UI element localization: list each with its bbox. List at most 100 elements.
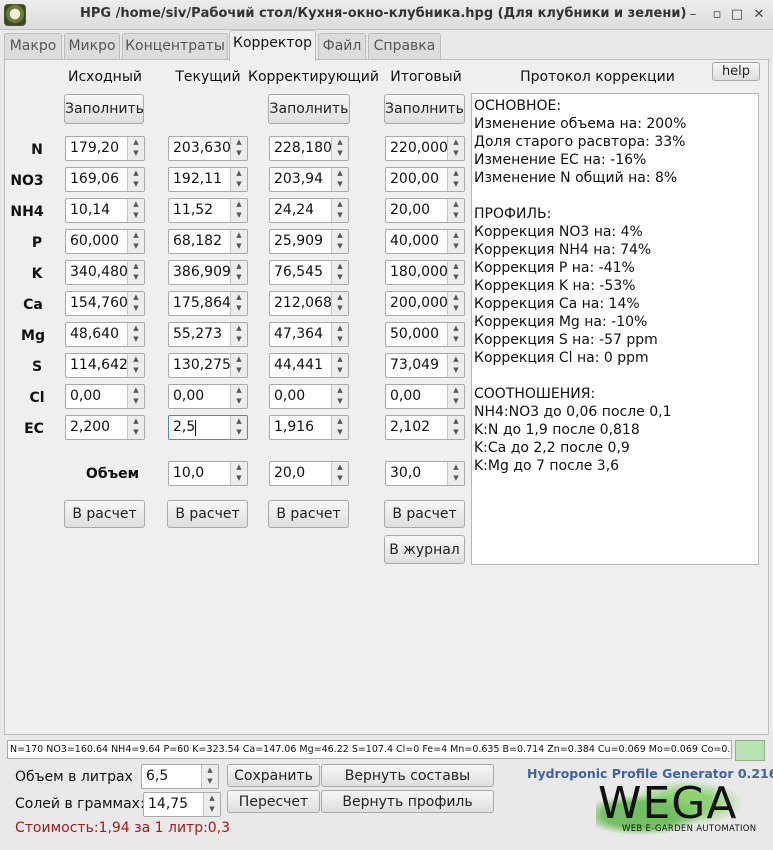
input-n-final[interactable]: 220,000 ▲ ▼	[385, 136, 465, 161]
stepper-no3-final[interactable]: ▲ ▼	[447, 168, 464, 191]
stepper-down-icon[interactable]: ▼	[202, 776, 218, 787]
help-button[interactable]: help	[712, 62, 760, 81]
tab-macro[interactable]: Макро	[4, 33, 62, 60]
stepper-up-icon[interactable]: ▲	[448, 230, 464, 241]
protocol-text-area[interactable]: ОСНОВНОЕ: Изменение объема на: 200% Доля с…	[471, 93, 759, 565]
stepper-down-icon[interactable]: ▼	[128, 334, 144, 345]
stepper-up-icon[interactable]: ▲	[448, 416, 464, 427]
stepper-up-icon[interactable]: ▲	[448, 462, 464, 473]
stepper-p-correcting[interactable]: ▲ ▼	[331, 230, 348, 253]
to-calc-correcting-button[interactable]: В расчет	[268, 500, 349, 528]
stepper-down-icon[interactable]: ▼	[332, 179, 348, 190]
input-s-correcting[interactable]: 44,441 ▲ ▼	[269, 353, 349, 378]
stepper-cl-current[interactable]: ▲ ▼	[230, 385, 247, 408]
input-cl-source[interactable]: 0,00 ▲ ▼	[65, 384, 145, 409]
save-button[interactable]: Сохранить	[227, 764, 320, 787]
stepper-up-icon[interactable]: ▲	[231, 168, 247, 179]
input-no3-source[interactable]: 169,06 ▲ ▼	[65, 167, 145, 192]
stepper-up-icon[interactable]: ▲	[332, 416, 348, 427]
stepper-down-icon[interactable]: ▼	[231, 334, 247, 345]
stepper-down-icon[interactable]: ▼	[231, 427, 247, 438]
stepper-up-icon[interactable]: ▲	[448, 168, 464, 179]
stepper-up-icon[interactable]: ▲	[128, 199, 144, 210]
input-ec-source[interactable]: 2,200 ▲ ▼	[65, 415, 145, 440]
fill-source-button[interactable]: Заполнить	[64, 94, 144, 124]
stepper-cl-correcting[interactable]: ▲ ▼	[331, 385, 348, 408]
stepper-mg-current[interactable]: ▲ ▼	[230, 323, 247, 346]
stepper-mg-correcting[interactable]: ▲ ▼	[331, 323, 348, 346]
stepper-up-icon[interactable]: ▲	[128, 292, 144, 303]
stepper-up-icon[interactable]: ▲	[332, 168, 348, 179]
stepper-down-icon[interactable]: ▼	[448, 365, 464, 376]
volume-final-input[interactable]: 30,0 ▲ ▼	[385, 461, 465, 486]
input-nh4-final[interactable]: 20,00 ▲ ▼	[385, 198, 465, 223]
input-nh4-correcting[interactable]: 24,24 ▲ ▼	[269, 198, 349, 223]
stepper-down-icon[interactable]: ▼	[128, 396, 144, 407]
tab-help[interactable]: Справка	[368, 33, 441, 60]
input-p-final[interactable]: 40,000 ▲ ▼	[385, 229, 465, 254]
input-cl-current[interactable]: 0,00 ▲ ▼	[168, 384, 248, 409]
input-s-final[interactable]: 73,049 ▲ ▼	[385, 353, 465, 378]
stepper-up-icon[interactable]: ▲	[128, 385, 144, 396]
stepper-p-current[interactable]: ▲ ▼	[230, 230, 247, 253]
stepper-up-icon[interactable]: ▲	[332, 354, 348, 365]
stepper-down-icon[interactable]: ▼	[448, 303, 464, 314]
stepper-down-icon[interactable]: ▼	[448, 148, 464, 159]
stepper-up-icon[interactable]: ▲	[231, 261, 247, 272]
stepper-k-current[interactable]: ▲ ▼	[230, 261, 247, 284]
input-mg-correcting[interactable]: 47,364 ▲ ▼	[269, 322, 349, 347]
input-nh4-current[interactable]: 11,52 ▲ ▼	[168, 198, 248, 223]
restore-profile-button[interactable]: Вернуть профиль	[321, 790, 494, 813]
stepper-down-icon[interactable]: ▼	[231, 148, 247, 159]
input-s-current[interactable]: 130,275 ▲ ▼	[168, 353, 248, 378]
salts-grams-input[interactable]: 14,75 ▲ ▼	[143, 792, 221, 817]
stepper-cl-source[interactable]: ▲ ▼	[127, 385, 144, 408]
input-ca-current[interactable]: 175,864 ▲ ▼	[168, 291, 248, 316]
stepper-up-icon[interactable]: ▲	[231, 323, 247, 334]
stepper-nh4-current[interactable]: ▲ ▼	[230, 199, 247, 222]
stepper-up-icon[interactable]: ▲	[128, 168, 144, 179]
stepper-down-icon[interactable]: ▼	[448, 241, 464, 252]
stepper-nh4-final[interactable]: ▲ ▼	[447, 199, 464, 222]
stepper-mg-final[interactable]: ▲ ▼	[447, 323, 464, 346]
input-no3-current[interactable]: 192,11 ▲ ▼	[168, 167, 248, 192]
stepper-n-current[interactable]: ▲ ▼	[230, 137, 247, 160]
input-s-source[interactable]: 114,642 ▲ ▼	[65, 353, 145, 378]
stepper-k-source[interactable]: ▲ ▼	[127, 261, 144, 284]
stepper-up-icon[interactable]: ▲	[231, 230, 247, 241]
status-indicator[interactable]	[735, 740, 765, 761]
stepper-down-icon[interactable]: ▼	[332, 396, 348, 407]
stepper-up-icon[interactable]: ▲	[231, 385, 247, 396]
stepper-down-icon[interactable]: ▼	[231, 179, 247, 190]
stepper-s-source[interactable]: ▲ ▼	[127, 354, 144, 377]
stepper-up-icon[interactable]: ▲	[231, 137, 247, 148]
stepper-down-icon[interactable]: ▼	[448, 473, 464, 484]
input-cl-final[interactable]: 0,00 ▲ ▼	[385, 384, 465, 409]
input-ec-current[interactable]: 2,5 ▲ ▼	[168, 415, 248, 440]
stepper-down-icon[interactable]: ▼	[448, 179, 464, 190]
input-nh4-source[interactable]: 10,14 ▲ ▼	[65, 198, 145, 223]
stepper-up-icon[interactable]: ▲	[448, 137, 464, 148]
close-icon[interactable]: ✕	[750, 6, 768, 24]
stepper-up-icon[interactable]: ▲	[231, 199, 247, 210]
input-n-source[interactable]: 179,20 ▲ ▼	[65, 136, 145, 161]
stepper-down-icon[interactable]: ▼	[332, 272, 348, 283]
stepper-up-icon[interactable]: ▲	[448, 261, 464, 272]
input-cl-correcting[interactable]: 0,00 ▲ ▼	[269, 384, 349, 409]
input-p-current[interactable]: 68,182 ▲ ▼	[168, 229, 248, 254]
stepper-down-icon[interactable]: ▼	[231, 396, 247, 407]
input-ca-final[interactable]: 200,000 ▲ ▼	[385, 291, 465, 316]
stepper-down-icon[interactable]: ▼	[231, 241, 247, 252]
maximize-icon[interactable]: □	[728, 6, 746, 24]
fill-correcting-button[interactable]: Заполнить	[268, 94, 350, 124]
stepper-k-correcting[interactable]: ▲ ▼	[331, 261, 348, 284]
stepper-no3-current[interactable]: ▲ ▼	[230, 168, 247, 191]
stepper-down-icon[interactable]: ▼	[332, 303, 348, 314]
recalc-button[interactable]: Пересчет	[227, 790, 320, 813]
stepper-nh4-source[interactable]: ▲ ▼	[127, 199, 144, 222]
input-ec-final[interactable]: 2,102 ▲ ▼	[385, 415, 465, 440]
stepper-n-final[interactable]: ▲ ▼	[447, 137, 464, 160]
stepper-down-icon[interactable]: ▼	[332, 427, 348, 438]
stepper-nh4-correcting[interactable]: ▲ ▼	[331, 199, 348, 222]
stepper-down-icon[interactable]: ▼	[128, 427, 144, 438]
